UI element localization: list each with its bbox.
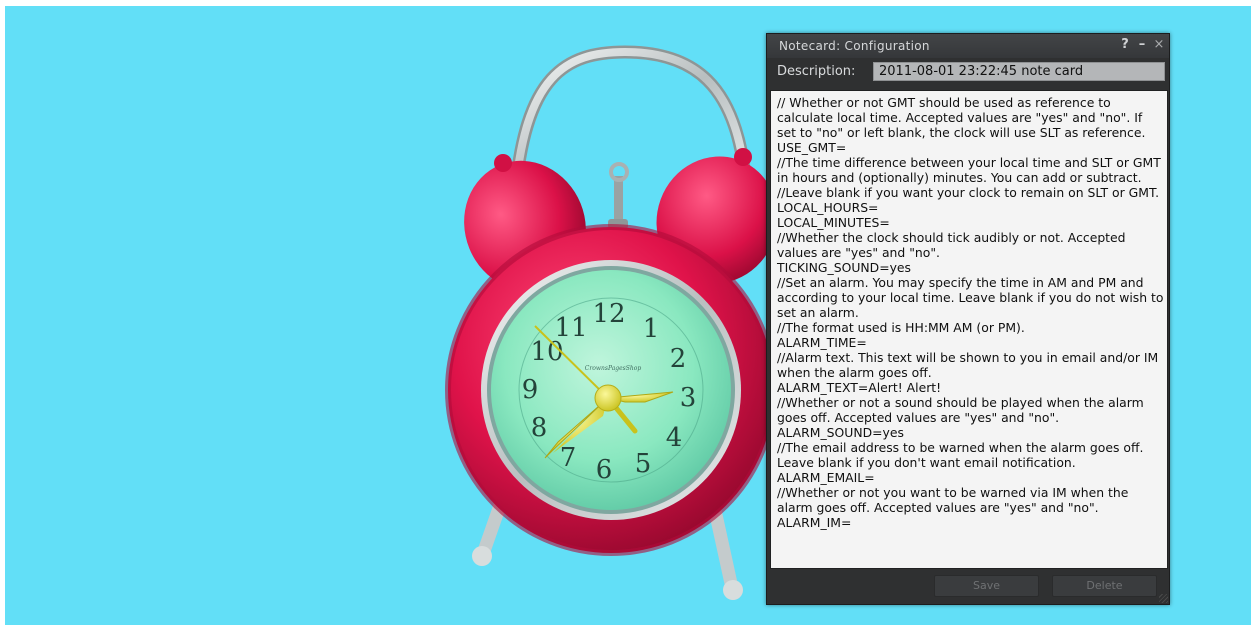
close-button[interactable]: × (1151, 37, 1167, 53)
dial-numeral-1: 1 (643, 314, 660, 344)
window-title: Notecard: Configuration (779, 39, 930, 53)
dial-numeral-12: 12 (592, 299, 625, 329)
minimize-button[interactable]: – (1134, 37, 1150, 53)
dial-numeral-8: 8 (531, 413, 548, 443)
dial-numeral-5: 5 (635, 449, 652, 479)
dial-brand-text: CrownsPagesShop (585, 365, 642, 372)
resize-handle[interactable] (1159, 594, 1168, 603)
description-label: Description: (777, 64, 856, 79)
notecard-text-editor[interactable]: // Whether or not GMT should be used as … (770, 90, 1168, 569)
description-field[interactable]: 2011-08-01 23:22:45 note card (873, 62, 1165, 81)
dial-numeral-9: 9 (522, 375, 539, 405)
dial-numeral-6: 6 (596, 455, 613, 485)
dial-numeral-2: 2 (670, 344, 687, 374)
dial-numeral-11: 11 (554, 313, 587, 343)
dial-numeral-3: 3 (680, 383, 697, 413)
window-title-bar[interactable]: Notecard: Configuration ? – × (767, 34, 1169, 58)
save-button[interactable]: Save (934, 575, 1039, 597)
help-button[interactable]: ? (1117, 37, 1133, 53)
dial-numeral-4: 4 (666, 423, 683, 453)
delete-button[interactable]: Delete (1052, 575, 1157, 597)
notecard-window[interactable]: Notecard: Configuration ? – × Descriptio… (766, 33, 1170, 605)
dial-numeral-7: 7 (560, 443, 577, 473)
